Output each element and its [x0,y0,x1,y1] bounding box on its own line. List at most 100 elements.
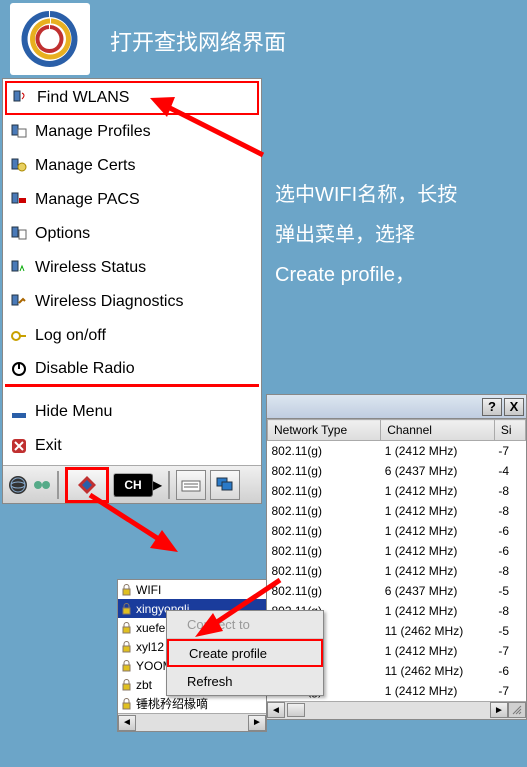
instruction-text: 选中WIFI名称，长按 弹出菜单，选择 Create profile， [275,175,457,295]
ssid-name: WIFI [136,583,161,597]
cell-channel: 1 (2412 MHz) [381,541,495,561]
cell-channel: 1 (2412 MHz) [381,441,495,461]
menu-item-label: Wireless Status [35,259,146,277]
table-row[interactable]: 802.11(g)1 (2412 MHz)-8 [268,481,526,501]
table-row[interactable]: 802.11(g)1 (2412 MHz)-7 [268,441,526,461]
cell-signal: -7 [494,641,525,661]
horizontal-scrollbar[interactable]: ◄ ► [267,701,526,719]
resize-grip-icon[interactable] [508,702,526,718]
cell-channel: 11 (2462 MHz) [381,661,495,681]
table-row[interactable]: 802.11(g)1 (2412 MHz)-8 [268,561,526,581]
table-row[interactable]: 802.11(g)1 (2412 MHz)-6 [268,521,526,541]
minimize-icon [9,402,29,422]
context-menu: Connect to Create profile Refresh [166,610,324,696]
scroll-left-icon[interactable]: ◄ [118,715,136,731]
antenna-icon [11,88,31,108]
cell-signal: -6 [494,661,525,681]
menu-manage-certs[interactable]: Manage Certs [5,149,259,183]
scroll-left-icon[interactable]: ◄ [267,702,285,718]
connection-icon[interactable] [31,475,51,495]
col-network-type[interactable]: Network Type [268,420,381,441]
page-title: 打开查找网络界面 [110,25,286,57]
lock-icon [120,678,133,691]
window-titlebar: ? X [267,395,526,419]
pacs-icon [9,190,29,210]
cell-signal: -6 [494,541,525,561]
cell-signal: -5 [494,621,525,641]
menu-manage-profiles[interactable]: Manage Profiles [5,115,259,149]
menu-exit[interactable]: Exit [5,429,259,463]
close-icon [9,436,29,456]
cell-channel: 1 (2412 MHz) [381,501,495,521]
help-button[interactable]: ? [482,398,502,416]
diamond-icon [74,474,100,496]
keyboard-icon [181,477,201,493]
table-row[interactable]: 802.11(g)1 (2412 MHz)-6 [268,541,526,561]
menu-log-onoff[interactable]: Log on/off [5,319,259,353]
cell-signal: -5 [494,581,525,601]
cell-signal: -6 [494,521,525,541]
menu-hide-menu[interactable]: Hide Menu [5,395,259,429]
main-menu-panel: Find WLANS Manage Profiles Manage Certs … [2,78,262,504]
cell-channel: 1 (2412 MHz) [381,521,495,541]
ssid-name: xuefe [136,621,165,635]
cell-signal: -7 [494,681,525,701]
ssid-scrollbar[interactable]: ◄ ► [118,713,266,731]
menu-wireless-status[interactable]: Wireless Status [5,251,259,285]
cell-signal: -8 [494,501,525,521]
cell-channel: 1 (2412 MHz) [381,481,495,501]
menu-item-label: Wireless Diagnostics [35,293,183,311]
ch-button[interactable]: CH [113,473,153,497]
menu-options[interactable]: Options [5,217,259,251]
menu-wireless-diagnostics[interactable]: Wireless Diagnostics [5,285,259,319]
globe-icon[interactable] [7,475,27,495]
app-logo [10,3,90,75]
menu-item-label: Manage Profiles [35,123,151,141]
certs-icon [9,156,29,176]
menu-item-label: Log on/off [35,327,106,345]
keyboard-button[interactable] [176,470,206,500]
cascade-icon [215,476,235,494]
power-icon [9,359,29,379]
menu-item-label: Disable Radio [35,360,135,378]
windows-button[interactable] [210,470,240,500]
cell-type: 802.11(g) [268,541,381,561]
cell-type: 802.11(g) [268,521,381,541]
diagnostics-icon [9,292,29,312]
lock-icon [120,621,133,634]
table-row[interactable]: 802.11(g)6 (2437 MHz)-4 [268,461,526,481]
cell-type: 802.11(g) [268,481,381,501]
ssid-row[interactable]: 锤桃矜绍椽嘀 [118,694,266,713]
cell-channel: 6 (2437 MHz) [381,581,495,601]
cell-signal: -8 [494,481,525,501]
col-channel[interactable]: Channel [381,420,495,441]
cell-channel: 11 (2462 MHz) [381,621,495,641]
ctx-connect-to: Connect to [167,611,323,639]
cell-channel: 6 (2437 MHz) [381,461,495,481]
scroll-right-icon[interactable]: ► [248,715,266,731]
taskbar: CH ▶ [3,465,261,503]
status-icon [9,258,29,278]
cell-type: 802.11(g) [268,501,381,521]
menu-manage-pacs[interactable]: Manage PACS [5,183,259,217]
ctx-refresh[interactable]: Refresh [167,667,323,695]
cell-type: 802.11(g) [268,581,381,601]
cell-type: 802.11(g) [268,461,381,481]
key-icon [9,326,29,346]
menu-find-wlans[interactable]: Find WLANS [5,81,259,115]
lock-icon [120,602,133,615]
menu-disable-radio[interactable]: Disable Radio [5,353,259,387]
options-icon [9,224,29,244]
table-row[interactable]: 802.11(g)6 (2437 MHz)-5 [268,581,526,601]
scroll-right-icon[interactable]: ► [490,702,508,718]
cell-channel: 1 (2412 MHz) [381,681,495,701]
wifi-tool-button[interactable] [65,467,109,503]
scroll-thumb[interactable] [287,703,305,717]
ssid-row[interactable]: WIFI [118,580,266,599]
close-button[interactable]: X [504,398,524,416]
col-signal[interactable]: Si [494,420,525,441]
ctx-create-profile[interactable]: Create profile [167,639,323,667]
table-row[interactable]: 802.11(g)1 (2412 MHz)-8 [268,501,526,521]
menu-item-label: Manage Certs [35,157,136,175]
cell-channel: 1 (2412 MHz) [381,641,495,661]
